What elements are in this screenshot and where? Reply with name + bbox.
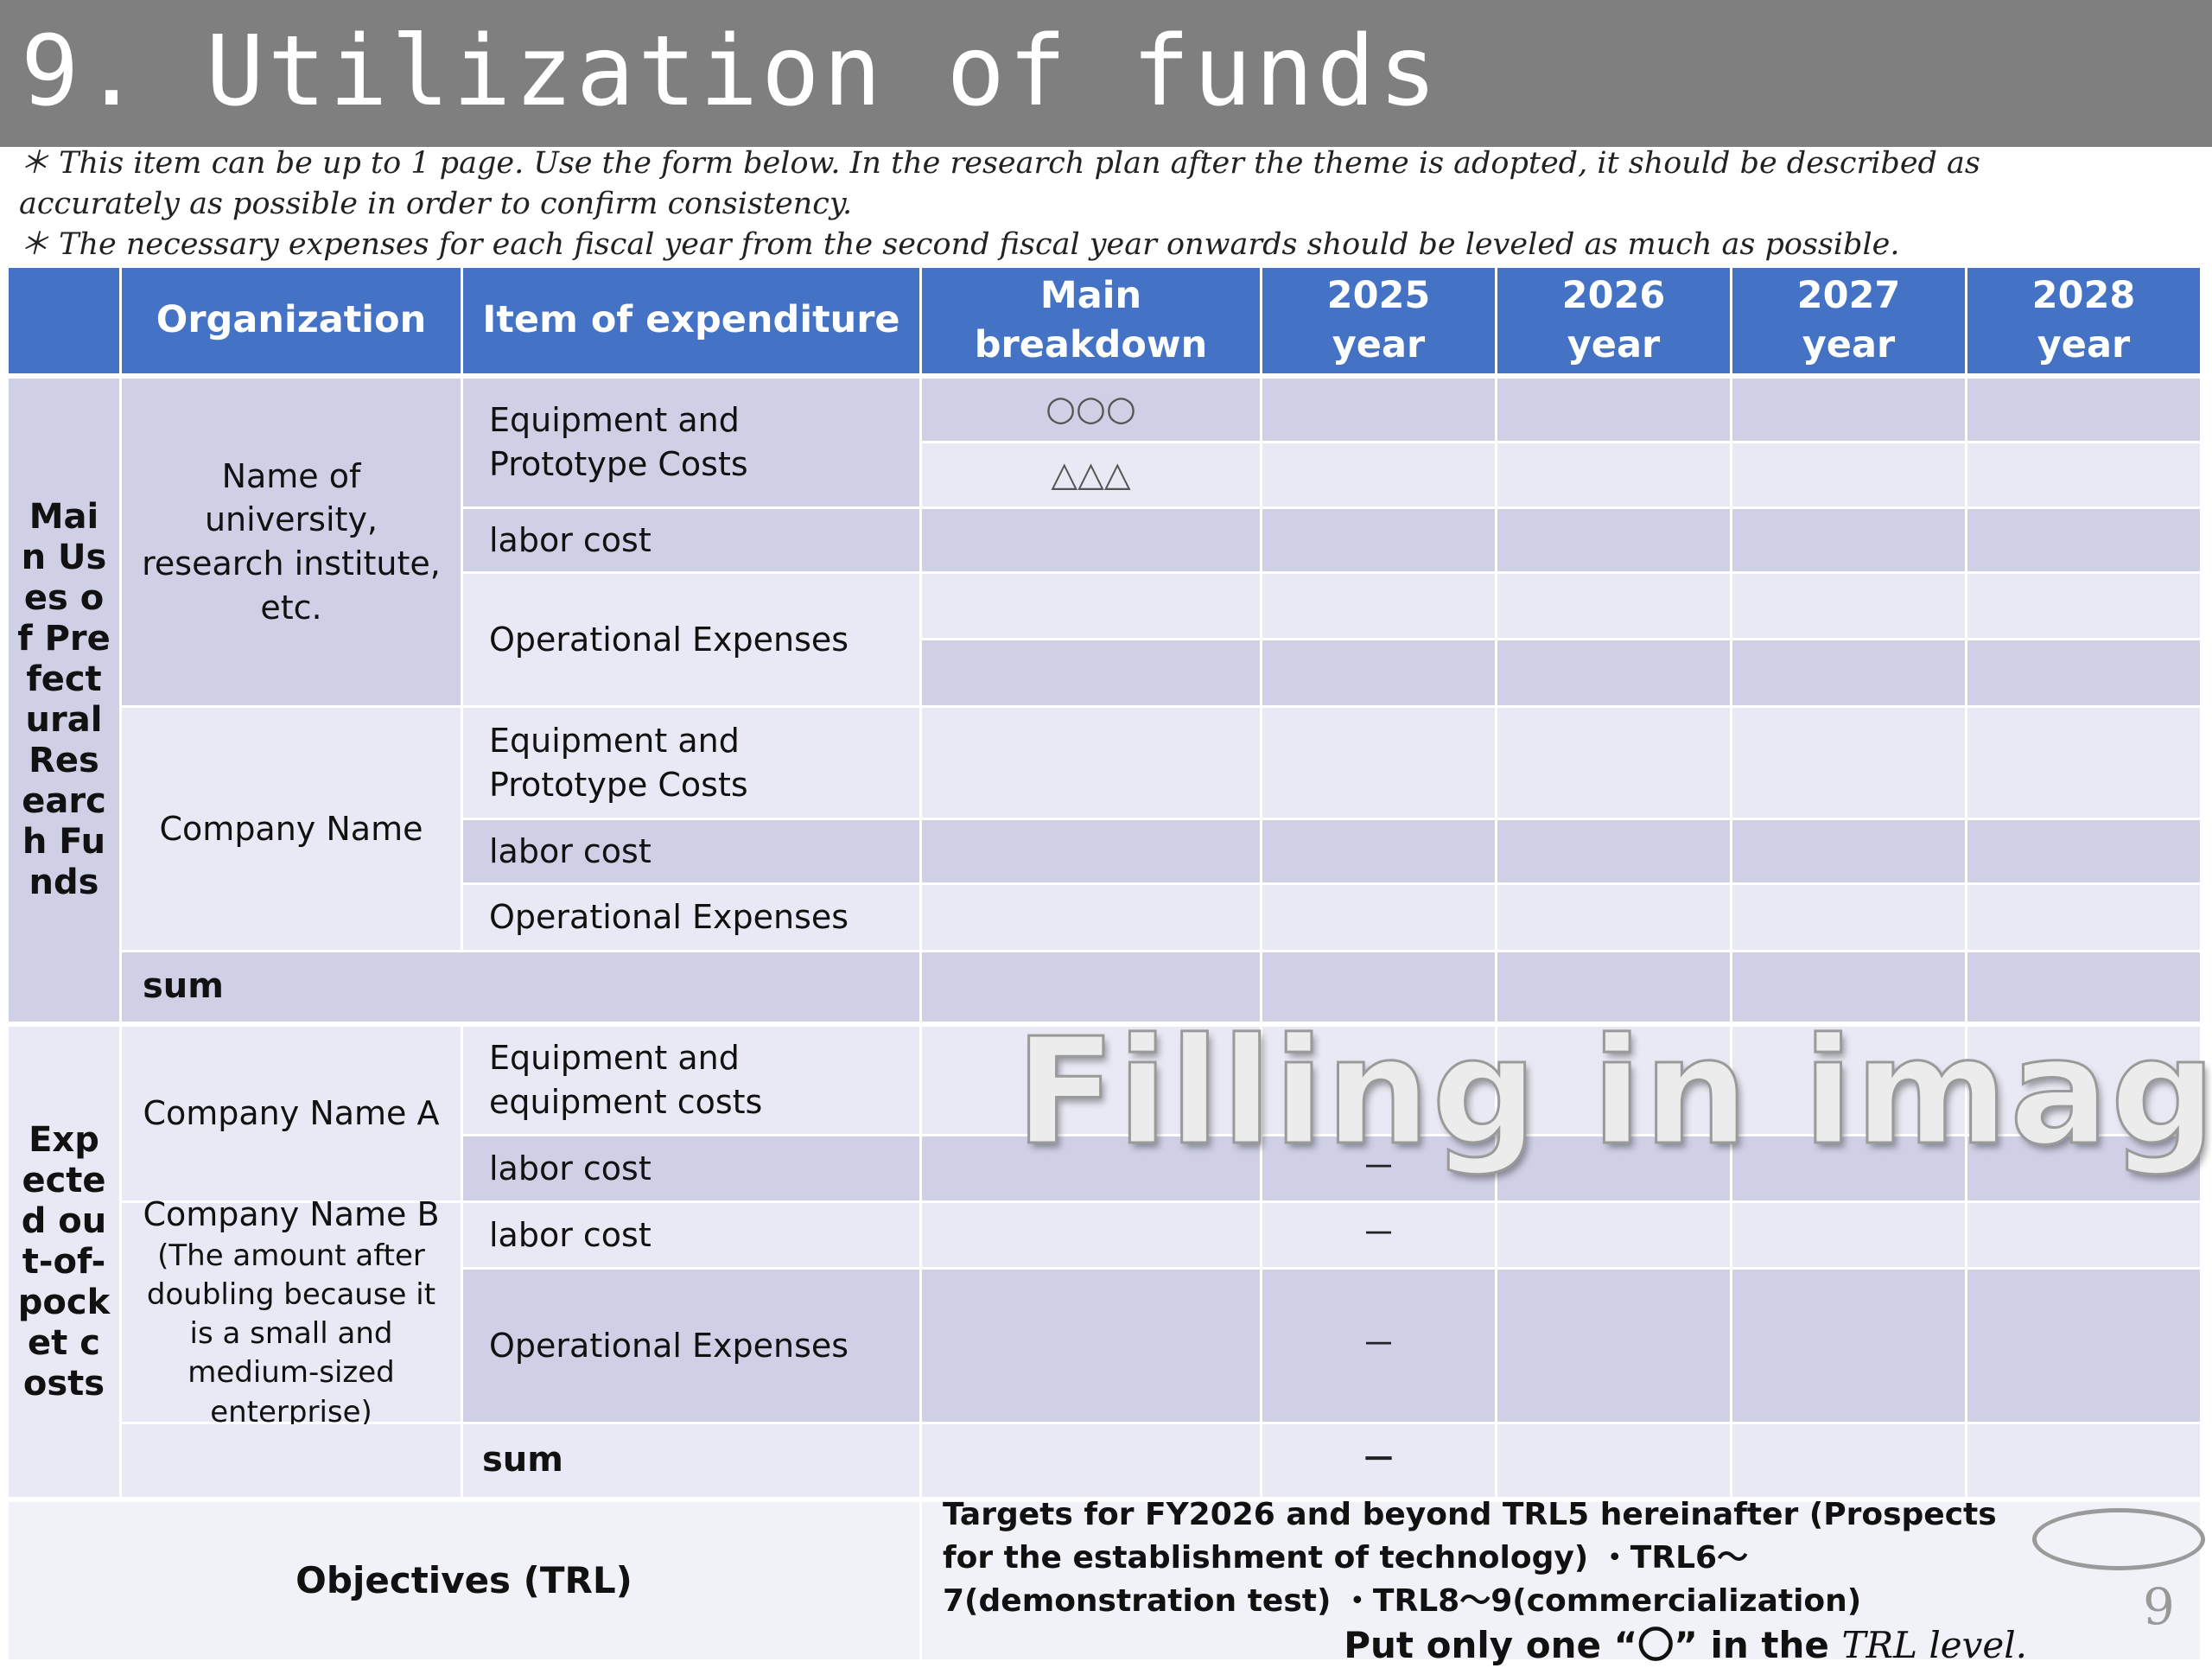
value-cell (1497, 509, 1730, 571)
sum-cell (1732, 1424, 1965, 1497)
breakdown-cell (922, 820, 1260, 882)
value-cell (1262, 708, 1495, 818)
value-cell (1732, 640, 1965, 705)
title-bar: 9. Utilization of funds (0, 0, 2212, 147)
value-cell (1262, 820, 1495, 882)
value-cell (1967, 379, 2200, 441)
breakdown-cell (922, 1270, 1260, 1422)
breakdown-triangles: △△△ (922, 443, 1260, 506)
breakdown-cell (922, 1203, 1260, 1267)
value-cell (1967, 1270, 2200, 1422)
value-cell (1497, 885, 1730, 950)
value-cell (1497, 574, 1730, 638)
org-company: Company Name (122, 708, 461, 950)
item-operational-expenses: Operational Expenses (463, 574, 919, 705)
item-labor-cost: labor cost (463, 1136, 919, 1200)
value-cell (1967, 509, 2200, 571)
value-cell (1732, 1203, 1965, 1267)
header-year-2025: 2025 year (1262, 268, 1495, 373)
objectives-label: Objectives (TRL) (9, 1502, 919, 1659)
value-cell (1497, 379, 1730, 441)
value-cell (1497, 1203, 1730, 1267)
section1-label: Main Uses of Prefectural Research Funds (9, 379, 119, 1022)
page-title: 9. Utilization of funds (21, 16, 1440, 128)
item-operational-expenses: Operational Expenses (463, 885, 919, 950)
header-breakdown: Main breakdown (922, 268, 1260, 373)
value-cell (1262, 885, 1495, 950)
value-cell (1967, 443, 2200, 506)
value-cell (1732, 885, 1965, 950)
org-company-a: Company Name A (122, 1027, 461, 1200)
value-cell (1732, 1270, 1965, 1422)
section2-label: Expected out-of-pocket costs (9, 1027, 119, 1497)
org-university: Name of university, research institute, … (122, 379, 461, 705)
objectives-instruction-italic: TRL level. (1841, 1624, 2027, 1666)
header-year-2026: 2026 year (1497, 268, 1730, 373)
dash-2025: － (1262, 1203, 1495, 1267)
header-year-2027: 2027 year (1732, 268, 1965, 373)
section1-sum-label: sum (122, 952, 919, 1022)
note-line-3: ＊ The necessary expenses for each fiscal… (19, 227, 1900, 262)
breakdown-circles: ○○○ (922, 379, 1260, 441)
value-cell (1967, 885, 2200, 950)
value-cell (1262, 509, 1495, 571)
item-operational-expenses: Operational Expenses (463, 1270, 919, 1422)
dash-2025-sum: － (1262, 1424, 1495, 1497)
breakdown-cell (922, 885, 1260, 950)
sum-cell (1967, 1424, 2200, 1497)
value-cell (1732, 820, 1965, 882)
value-cell (1497, 708, 1730, 818)
objectives-instruction-text: Put only one “〇” in the (1344, 1624, 1829, 1666)
value-cell (1967, 820, 2200, 882)
value-cell (1262, 443, 1495, 506)
value-cell (1262, 379, 1495, 441)
header-organization: Organization (122, 268, 461, 373)
header-item: Item of expenditure (463, 268, 919, 373)
sum-cell (1497, 1424, 1730, 1497)
item-equipment-costs: Equipment and equipment costs (463, 1027, 919, 1134)
value-cell (1497, 443, 1730, 506)
item-labor-cost: labor cost (463, 820, 919, 882)
header-blank (9, 268, 119, 373)
org-company-b-name: Company Name B (143, 1195, 440, 1234)
value-cell (1497, 640, 1730, 705)
value-cell (1732, 509, 1965, 571)
value-cell (1732, 574, 1965, 638)
breakdown-cell (922, 509, 1260, 571)
value-cell (1732, 443, 1965, 506)
sum-cell (922, 1424, 1260, 1497)
value-cell (1732, 708, 1965, 818)
value-cell (1262, 640, 1495, 705)
header-year-2028: 2028 year (1967, 268, 2200, 373)
org-company-b-note: (The amount after doubling because it is… (146, 1238, 436, 1429)
objectives-text: Targets for FY2026 and beyond TRL5 herei… (943, 1497, 1997, 1619)
circle-mark-shape (2032, 1508, 2205, 1570)
value-cell (1967, 708, 2200, 818)
value-cell (1497, 1270, 1730, 1422)
value-cell (1732, 379, 1965, 441)
breakdown-cell (922, 640, 1260, 705)
page-number: 9 (2143, 1577, 2175, 1636)
value-cell (1497, 820, 1730, 882)
dash-2025: － (1262, 1270, 1495, 1422)
breakdown-cell (922, 708, 1260, 818)
value-cell (1967, 640, 2200, 705)
item-equipment-prototype: Equipment and Prototype Costs (463, 708, 919, 818)
item-equipment-prototype: Equipment and Prototype Costs (463, 379, 919, 506)
objectives-content: Targets for FY2026 and beyond TRL5 herei… (922, 1497, 2200, 1666)
sum-spacer (122, 1424, 461, 1497)
note-line-2: accurately as possible in order to confi… (19, 187, 853, 221)
section2-sum-label: sum (463, 1424, 919, 1497)
value-cell (1967, 1203, 2200, 1267)
item-labor-cost: labor cost (463, 1203, 919, 1267)
org-company-b: Company Name B (The amount after doublin… (122, 1195, 461, 1429)
value-cell (1967, 574, 2200, 638)
value-cell (1262, 574, 1495, 638)
objectives-instruction: Put only one “〇” in the TRL level. (1344, 1623, 2027, 1668)
breakdown-cell (922, 574, 1260, 638)
note-line-1: ＊ This item can be up to 1 page. Use the… (19, 146, 1980, 181)
item-labor-cost: labor cost (463, 509, 919, 571)
filling-in-image-watermark: Filling in image (1014, 1006, 2212, 1180)
